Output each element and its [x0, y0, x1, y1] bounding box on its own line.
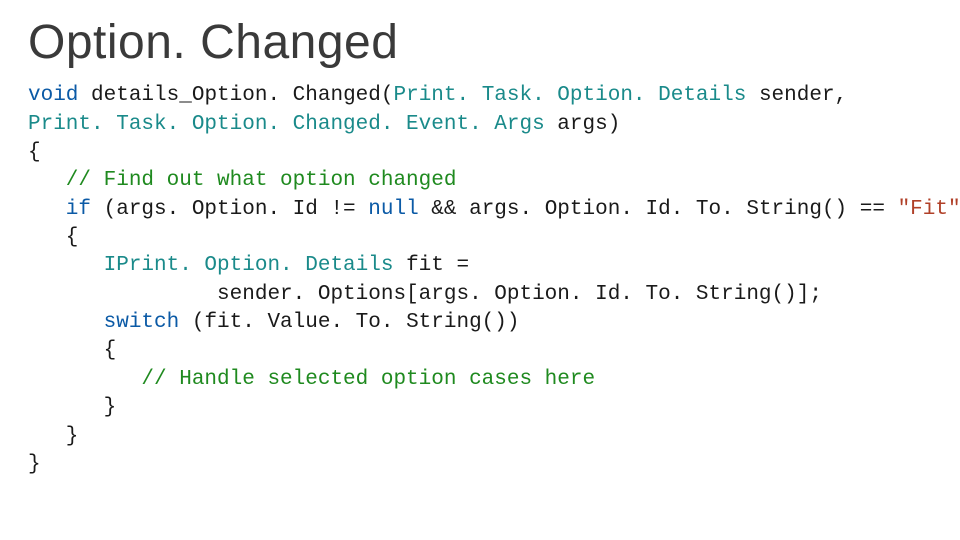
- keyword-null: null: [368, 198, 418, 221]
- code-text: (fit. Value. To. String()): [179, 311, 519, 334]
- keyword-void: void: [28, 84, 78, 107]
- code-text: args): [545, 113, 621, 136]
- code-text: (args. Option. Id !=: [91, 198, 368, 221]
- comment: // Handle selected option cases here: [28, 368, 595, 391]
- type-name: IPrint. Option. Details: [28, 254, 393, 277]
- string-literal: "Fit": [898, 198, 960, 221]
- code-text: sender,: [746, 84, 847, 107]
- code-text: details_Option. Changed(: [78, 84, 393, 107]
- brace: }: [28, 453, 41, 476]
- code-block: void details_Option. Changed(Print. Task…: [28, 82, 932, 479]
- brace: {: [28, 226, 78, 249]
- keyword-switch: switch: [28, 311, 179, 334]
- type-name: Print. Task. Option. Changed. Event. Arg…: [28, 113, 545, 136]
- brace: {: [28, 141, 41, 164]
- slide: Option. Changed void details_Option. Cha…: [0, 0, 960, 479]
- code-text: fit =: [393, 254, 469, 277]
- keyword-if: if: [28, 198, 91, 221]
- code-text: && args. Option. Id. To. String() ==: [419, 198, 898, 221]
- slide-title: Option. Changed: [28, 18, 932, 68]
- code-text: sender. Options[args. Option. Id. To. St…: [28, 283, 822, 306]
- brace: }: [28, 425, 78, 448]
- type-name: Print. Task. Option. Details: [393, 84, 746, 107]
- brace: }: [28, 396, 116, 419]
- brace: {: [28, 339, 116, 362]
- comment: // Find out what option changed: [28, 169, 456, 192]
